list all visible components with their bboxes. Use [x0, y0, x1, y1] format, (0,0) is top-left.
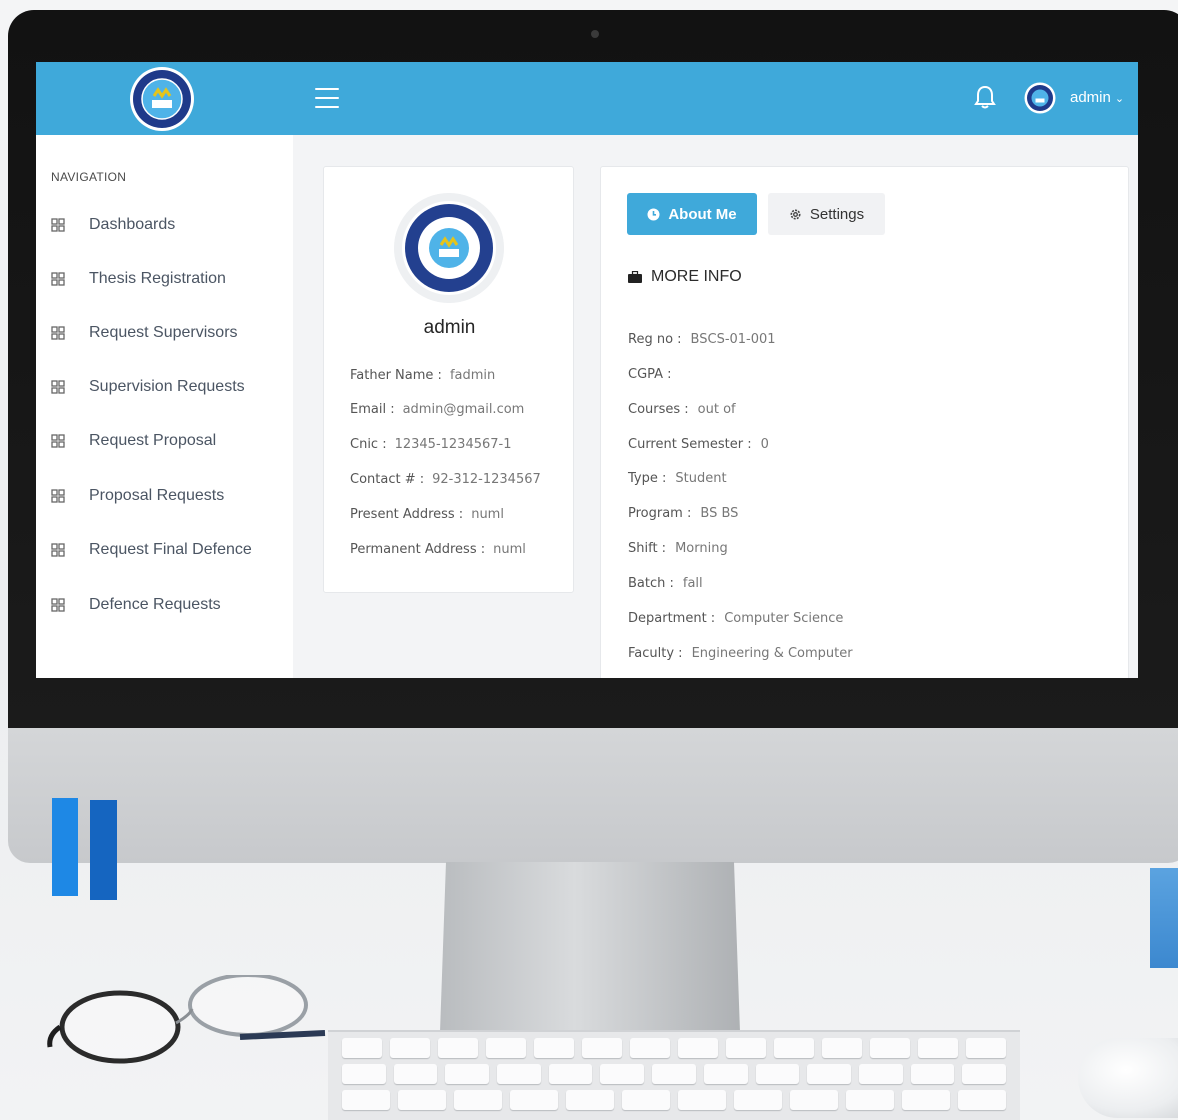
info-field-faculty: Faculty : Engineering & Computer	[628, 646, 853, 661]
sidebar-item-label: Proposal Requests	[89, 487, 225, 504]
profile-card: admin Father Name : fadmin Email : admin@g…	[323, 166, 574, 593]
tab-settings[interactable]: Settings	[768, 193, 885, 235]
info-field-shift: Shift : Morning	[628, 541, 728, 556]
user-menu[interactable]: admin ⌄	[1070, 89, 1124, 106]
user-avatar[interactable]	[1024, 82, 1056, 114]
profile-field-email: Email : admin@gmail.com	[350, 402, 525, 417]
info-field-type: Type : Student	[628, 471, 727, 486]
clock-icon	[647, 208, 660, 220]
tab-about-me[interactable]: About Me	[627, 193, 757, 235]
profile-name: admin	[423, 317, 476, 338]
university-logo[interactable]	[129, 66, 195, 132]
info-field-cgpa: CGPA :	[628, 367, 672, 382]
more-info-heading: MORE INFO	[628, 268, 742, 286]
sidebar-item-defence-requests[interactable]: Defence Requests	[51, 590, 221, 620]
info-field-reg-no: Reg no : BSCS-01-001	[628, 332, 776, 347]
decor-blue-box	[1150, 868, 1178, 968]
grid-icon	[51, 489, 65, 503]
sidebar-item-label: Defence Requests	[89, 596, 221, 613]
sidebar-item-label: Supervision Requests	[89, 378, 245, 395]
profile-field-permanent-address: Permanent Address : numl	[350, 542, 526, 557]
webcam	[591, 30, 599, 38]
notification-bell-icon[interactable]	[972, 84, 998, 110]
sidebar-item-thesis-registration[interactable]: Thesis Registration	[51, 264, 226, 294]
sidebar-item-label: Thesis Registration	[89, 270, 226, 287]
sidebar: NAVIGATION Dashboards Thesis Registratio…	[36, 135, 293, 678]
sidebar-item-request-proposal[interactable]: Request Proposal	[51, 426, 216, 456]
keyboard	[328, 1030, 1020, 1120]
profile-field-cnic: Cnic :12345-1234567-1	[350, 437, 512, 452]
info-card: About Me Settings MORE INFO Reg no : BSCS…	[600, 166, 1129, 678]
profile-field-present-address: Present Address : numl	[350, 507, 504, 522]
info-field-current-semester: Current Semester :0	[628, 437, 769, 452]
grid-icon	[51, 543, 65, 557]
monitor-chin	[8, 728, 1178, 863]
sidebar-item-request-final-defence[interactable]: Request Final Defence	[51, 535, 252, 565]
grid-icon	[51, 218, 65, 232]
sidebar-item-request-supervisors[interactable]: Request Supervisors	[51, 318, 238, 348]
menu-toggle-hamburger-icon[interactable]	[315, 88, 339, 108]
nav-section-title: NAVIGATION	[51, 170, 127, 184]
mouse	[1078, 1038, 1178, 1118]
info-field-courses: Courses : out of	[628, 402, 736, 417]
profile-avatar	[394, 193, 504, 303]
chevron-down-icon: ⌄	[1114, 93, 1125, 105]
grid-icon	[51, 598, 65, 612]
sidebar-item-label: Request Proposal	[89, 432, 217, 449]
briefcase-icon	[628, 271, 642, 283]
gear-icon	[790, 209, 801, 219]
info-field-batch: Batch : fall	[628, 576, 703, 591]
tab-about-me-label: About Me	[668, 205, 737, 223]
app-screen: admin ⌄ NAVIGATION Dashboards Thesis Regi…	[36, 62, 1138, 678]
profile-field-contact: Contact # :92-312-1234567	[350, 472, 541, 487]
sidebar-item-label: Request Final Defence	[89, 541, 252, 558]
info-field-program: Program : BS BS	[628, 506, 739, 521]
grid-icon	[51, 272, 65, 286]
info-field-department: Department : Computer Science	[628, 611, 844, 626]
more-info-title: MORE INFO	[651, 268, 742, 285]
decor-blue-bar	[90, 800, 117, 900]
sidebar-item-label: Request Supervisors	[89, 324, 238, 341]
main-content: admin Father Name : fadmin Email : admin@g…	[293, 135, 1138, 678]
sidebar-item-supervision-requests[interactable]: Supervision Requests	[51, 372, 245, 402]
grid-icon	[51, 326, 65, 340]
grid-icon	[51, 434, 65, 448]
sidebar-item-label: Dashboards	[89, 216, 176, 233]
grid-icon	[51, 380, 65, 394]
decor-blue-bar	[52, 798, 78, 896]
sidebar-item-proposal-requests[interactable]: Proposal Requests	[51, 481, 224, 511]
top-navbar: admin ⌄	[36, 62, 1138, 135]
monitor-stand	[440, 862, 740, 1032]
profile-field-father-name: Father Name : fadmin	[350, 368, 496, 383]
eyeglasses	[47, 975, 326, 1064]
tab-settings-label: Settings	[809, 205, 865, 223]
user-name-label: admin	[1070, 89, 1111, 106]
sidebar-item-dashboards[interactable]: Dashboards	[51, 210, 175, 240]
